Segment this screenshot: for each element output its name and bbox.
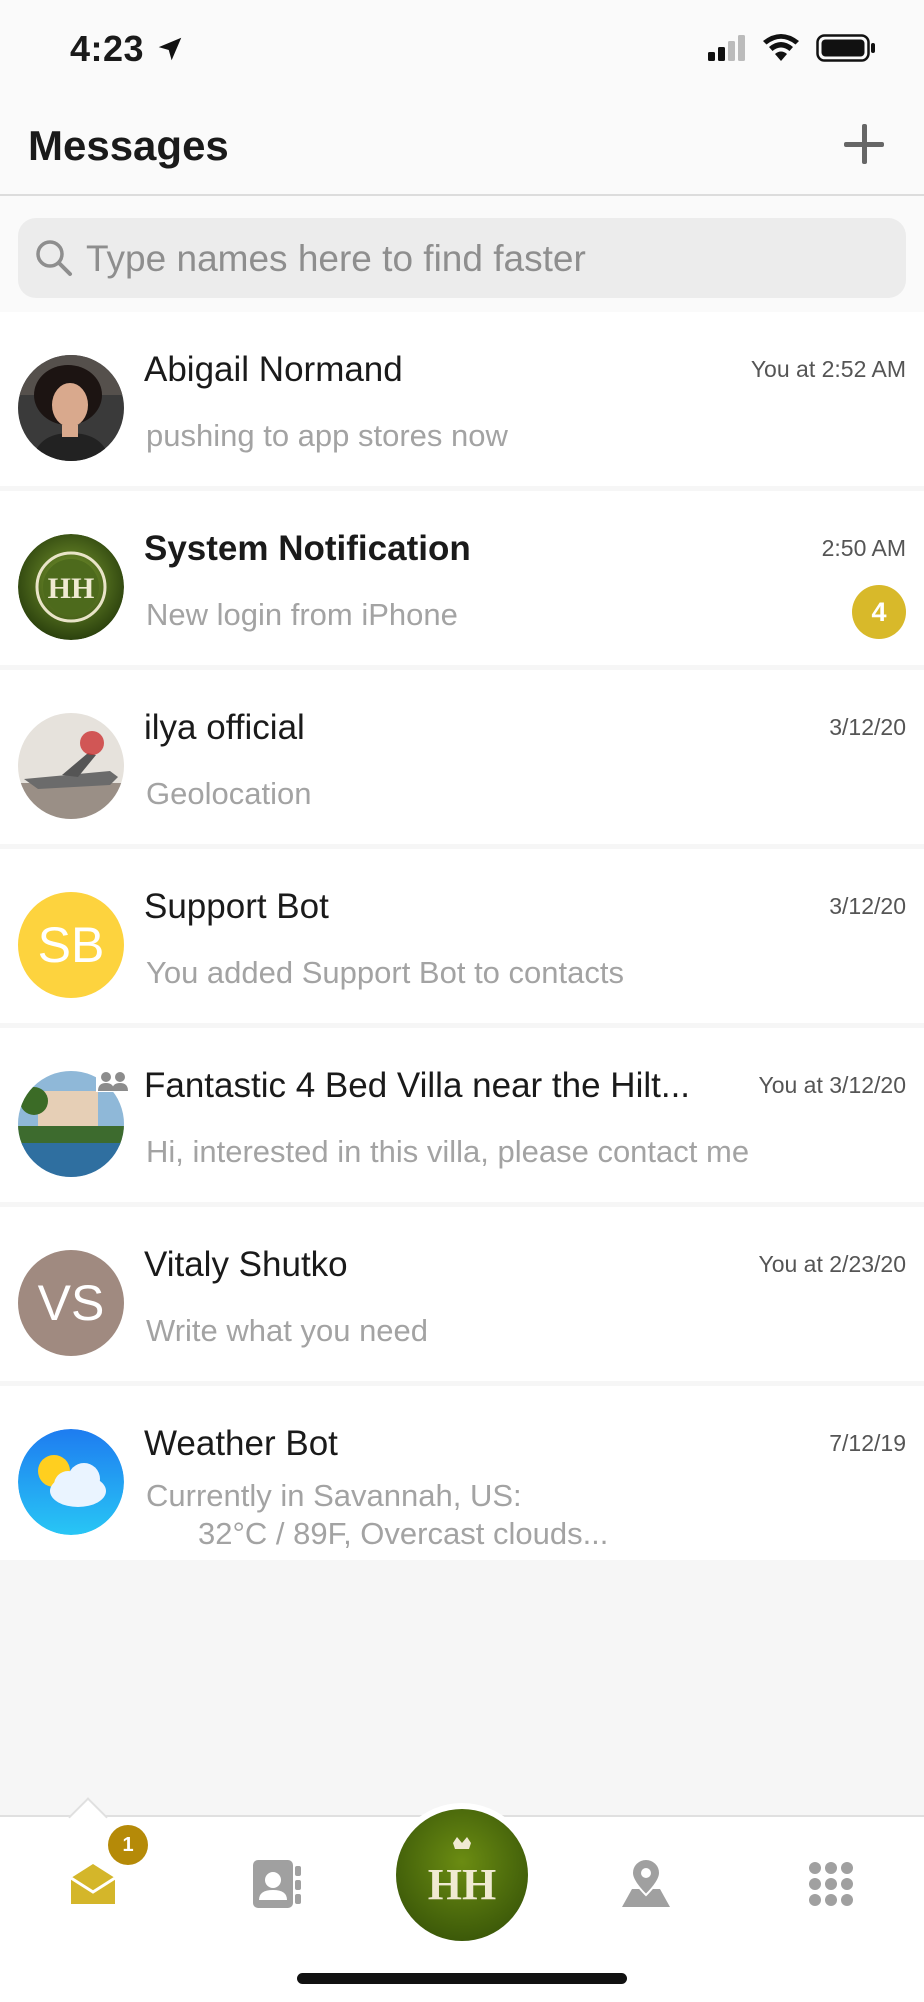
conversation-item[interactable]: Weather Bot 7/12/19 Currently in Savanna…	[0, 1386, 924, 1560]
conversation-time: You at 3/12/20	[758, 1072, 906, 1098]
conversation-name: Vitaly Shutko	[144, 1245, 348, 1284]
svg-text:HH: HH	[48, 572, 95, 605]
tab-map[interactable]	[611, 1849, 681, 1919]
conversation-item[interactable]: SB Support Bot 3/12/20 You added Support…	[0, 849, 924, 1023]
conversation-preview-line2: 32°C / 89F, Overcast clouds...	[198, 1516, 609, 1551]
avatar: SB	[18, 892, 124, 998]
conversation-time: You at 2/23/20	[758, 1251, 906, 1277]
contacts-icon	[253, 1860, 301, 1908]
conversation-preview: Geolocation	[146, 776, 312, 811]
conversation-name: Abigail Normand	[144, 350, 403, 389]
conversation-item[interactable]: Fantastic 4 Bed Villa near the Hilt... Y…	[0, 1028, 924, 1202]
map-pin-icon	[622, 1859, 670, 1907]
page-title: Messages	[28, 122, 229, 169]
group-icon	[96, 1070, 130, 1092]
conversation-name: Fantastic 4 Bed Villa near the Hilt...	[144, 1066, 691, 1105]
header: Messages	[0, 100, 924, 196]
avatar: VS	[18, 1250, 124, 1356]
conversation-time: 2:50 AM	[821, 535, 906, 561]
conversation-time: 7/12/19	[829, 1430, 906, 1456]
conversation-name: ilya official	[144, 708, 305, 747]
conversation-preview: pushing to app stores now	[146, 418, 508, 453]
home-indicator	[297, 1973, 627, 1984]
conversation-preview: Write what you need	[146, 1313, 429, 1348]
conversation-time: 3/12/20	[829, 714, 906, 740]
unread-badge: 4	[852, 585, 906, 639]
avatar	[18, 713, 124, 819]
search-bar[interactable]	[18, 218, 906, 300]
tab-contacts[interactable]	[242, 1849, 312, 1919]
conversation-time: 3/12/20	[829, 893, 906, 919]
signal-icon	[708, 35, 745, 61]
apps-grid-icon	[809, 1862, 853, 1906]
conversation-preview: You added Support Bot to contacts	[146, 955, 624, 990]
svg-text:HH: HH	[428, 1860, 496, 1909]
home-logo: HH	[428, 1837, 496, 1909]
messages-badge: 1	[108, 1825, 148, 1865]
plus-icon[interactable]	[844, 124, 884, 164]
conversation-list: Abigail Normand You at 2:52 AM pushing t…	[0, 312, 924, 1565]
conversation-name: System Notification	[144, 529, 471, 568]
conversation-name: Support Bot	[144, 887, 329, 926]
wifi-icon	[763, 34, 799, 61]
conversation-preview: Hi, interested in this villa, please con…	[146, 1134, 750, 1169]
search-icon	[36, 240, 72, 276]
status-bar: 4:23	[0, 0, 924, 100]
conversation-time: You at 2:52 AM	[750, 356, 906, 382]
conversation-name: Weather Bot	[144, 1424, 338, 1463]
tab-apps[interactable]	[796, 1849, 866, 1919]
avatar	[18, 355, 124, 461]
active-tab-pointer	[68, 1797, 108, 1837]
conversation-preview: New login from iPhone	[146, 597, 458, 632]
avatar: HH	[18, 534, 124, 640]
messages-icon	[70, 1864, 116, 1904]
status-time: 4:23	[70, 28, 145, 69]
weather-icon	[18, 1429, 124, 1535]
battery-icon	[816, 34, 875, 62]
conversation-item[interactable]: HH System Notification 2:50 AM New login…	[0, 491, 924, 665]
home-logo-button[interactable]: HH	[396, 1809, 528, 1941]
conversation-item[interactable]: VS Vitaly Shutko You at 2/23/20 Write wh…	[0, 1207, 924, 1381]
conversation-item[interactable]: ilya official 3/12/20 Geolocation	[0, 670, 924, 844]
search-input[interactable]	[84, 218, 888, 300]
conversation-preview-line1: Currently in Savannah, US:	[146, 1478, 522, 1513]
conversation-item[interactable]: Abigail Normand You at 2:52 AM pushing t…	[0, 312, 924, 486]
location-arrow-icon	[158, 37, 182, 61]
search-area	[0, 196, 924, 312]
